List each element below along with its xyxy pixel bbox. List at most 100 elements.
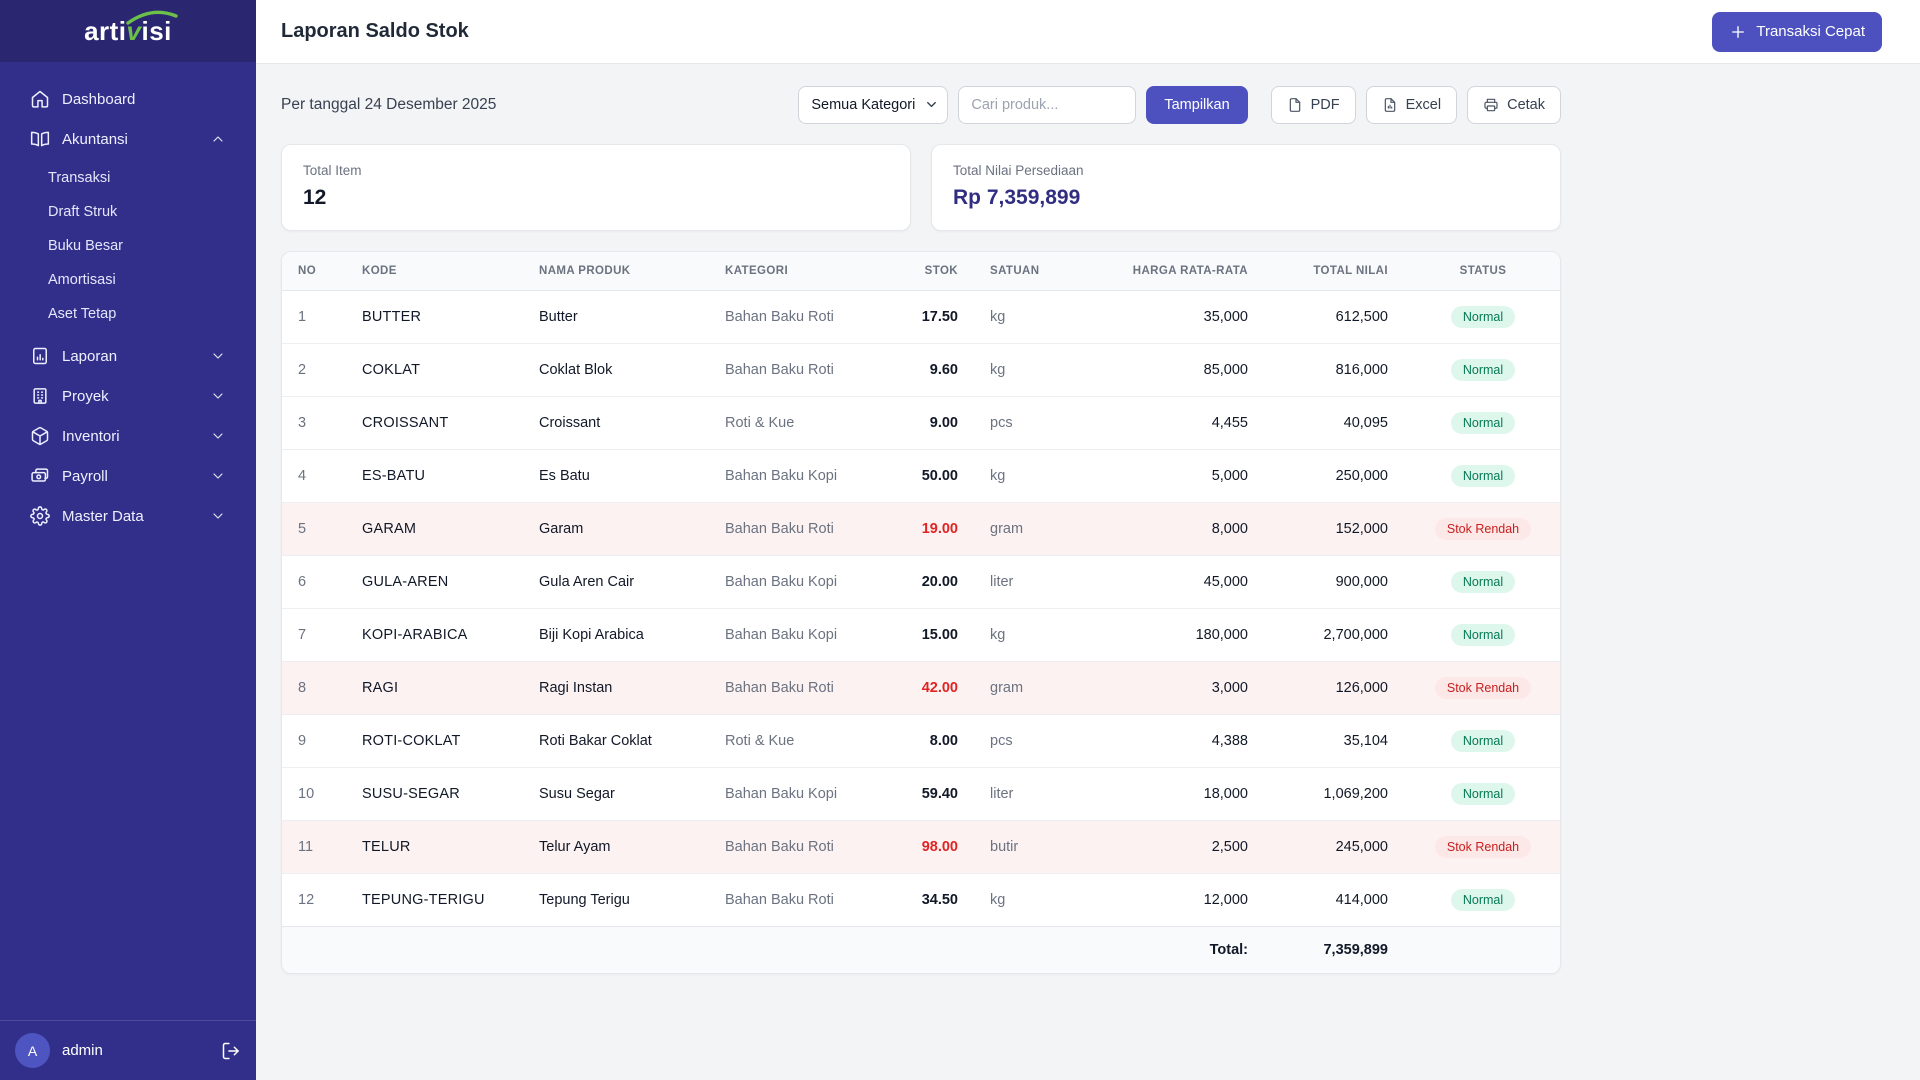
stock-table: No Kode Nama Produk Kategori Stok Satuan Harga… (282, 252, 1560, 973)
status-badge: Normal (1450, 359, 1516, 381)
total-item-label: Total Item (303, 163, 362, 178)
column-header-no: No (282, 252, 346, 291)
table-header-row: No Kode Nama Produk Kategori Stok Satuan Harga… (282, 252, 1560, 291)
sidebar-subitem-draft-struk[interactable]: Draft Struk (48, 195, 240, 229)
chevron-up-icon (213, 136, 223, 142)
sidebar-item-label: Dashboard (62, 90, 136, 108)
table-row-kopi-arabica: 7 KOPI-ARABICA Biji Kopi Arabica Bahan Baku… (282, 608, 1560, 662)
category-select-wrap: Semua Kategori (798, 86, 949, 124)
user-name: admin (62, 1042, 103, 1059)
sidebar-logo-area: artivisi (0, 0, 256, 62)
status-badge: Normal (1450, 624, 1516, 646)
table-row-telur: 11 TELUR Telur Ayam Bahan Baku Roti 98.00 but… (282, 820, 1560, 874)
sidebar-item-inventori[interactable]: Inventori (16, 417, 240, 455)
avatar: A (15, 1033, 50, 1068)
sidebar-item-label: Akuntansi (62, 130, 128, 148)
top-bar: Laporan Saldo Stok Transaksi Cepat (256, 0, 1920, 64)
sidebar-item-proyek[interactable]: Proyek (16, 377, 240, 415)
status-badge: Normal (1450, 465, 1516, 487)
export-excel-button[interactable]: Excel (1365, 86, 1458, 124)
print-button[interactable]: Cetak (1467, 86, 1561, 124)
sidebar-subitem-transaksi[interactable]: Transaksi (48, 161, 240, 195)
status-badge: Normal (1450, 730, 1516, 752)
table-row-susu-segar: 10 SUSU-SEGAR Susu Segar Bahan Baku Kopi 59.… (282, 767, 1560, 821)
table-row-butter: 1 BUTTER Butter Bahan Baku Roti 17.50 kg 35,00… (282, 291, 1560, 344)
chevron-down-icon (213, 473, 223, 479)
column-header-satuan: Satuan (974, 252, 1104, 291)
table-row-roti-coklat: 9 ROTI-COKLAT Roti Bakar Coklat Roti & Kue 8… (282, 714, 1560, 768)
report-date-label: Per tanggal 24 Desember 2025 (281, 96, 497, 113)
printer-icon (1484, 98, 1498, 112)
main-area: Laporan Saldo Stok Transaksi Cepat Per t… (256, 0, 1920, 1080)
sidebar: artivisi Dashboard Akuntansi Transaksi Draf… (0, 0, 256, 1080)
chevron-down-icon (213, 353, 223, 359)
content: Per tanggal 24 Desember 2025 Semua Kateg… (256, 64, 1920, 996)
table-row-gula-aren: 6 GULA-AREN Gula Aren Cair Bahan Baku Kopi 2… (282, 555, 1560, 609)
total-value-card: Total Nilai Persediaan Rp 7,359,899 (931, 144, 1561, 231)
total-item-value: 12 (303, 186, 327, 209)
sidebar-item-laporan[interactable]: Laporan (16, 337, 240, 375)
column-header-total-nilai: Total Nilai (1264, 252, 1404, 291)
sidebar-item-dashboard[interactable]: Dashboard (16, 80, 240, 118)
sidebar-subitem-amortisasi[interactable]: Amortisasi (48, 263, 240, 297)
sidebar-submenu-akuntansi: Transaksi Draft Struk Buku Besar Amortisasi… (16, 160, 240, 337)
table-row-garam: 5 GARAM Garam Bahan Baku Roti 19.00 gram 8,000… (282, 502, 1560, 556)
status-badge: Stok Rendah (1434, 518, 1532, 540)
summary-cards: Total Item 12 Total Nilai Persediaan Rp … (281, 144, 1561, 231)
status-badge: Normal (1450, 571, 1516, 593)
app-window: artivisi Dashboard Akuntansi Transaksi Draf… (0, 0, 1920, 1080)
show-button[interactable]: Tampilkan (1146, 86, 1248, 124)
sidebar-item-label: Payroll (62, 467, 108, 485)
sidebar-item-label: Inventori (62, 427, 120, 445)
column-header-kode: Kode (346, 252, 523, 291)
sidebar-item-label: Laporan (62, 347, 118, 365)
sidebar-subitem-buku-besar[interactable]: Buku Besar (48, 229, 240, 263)
column-header-stok: Stok (879, 252, 974, 291)
quick-transaction-button[interactable]: Transaksi Cepat (1712, 11, 1882, 52)
status-badge: Normal (1450, 889, 1516, 911)
total-value-amount: Rp 7,359,899 (953, 186, 1081, 209)
column-header-kategori: Kategori (709, 252, 879, 291)
status-badge: Stok Rendah (1434, 677, 1532, 699)
status-badge: Normal (1450, 783, 1516, 805)
category-select[interactable]: Semua Kategori (798, 86, 949, 124)
table-row-coklat: 2 COKLAT Coklat Blok Bahan Baku Roti 9.60 kg 8… (282, 343, 1560, 397)
status-badge: Normal (1450, 306, 1516, 328)
search-input[interactable] (958, 86, 1137, 124)
report-icon (33, 347, 47, 365)
app-logo: artivisi (84, 10, 178, 47)
chevron-down-icon (213, 513, 223, 519)
sidebar-item-akuntansi[interactable]: Akuntansi (16, 120, 240, 158)
column-header-harga-rata-rata: Harga Rata-Rata (1104, 252, 1264, 291)
sidebar-user-area: A admin (0, 1020, 256, 1080)
cash-icon (31, 468, 49, 482)
table-total-label: Total: (1104, 926, 1264, 973)
stock-table-card: No Kode Nama Produk Kategori Stok Satuan Harga… (281, 251, 1561, 974)
filter-bar: Per tanggal 24 Desember 2025 Semua Kateg… (281, 86, 1561, 124)
status-badge: Normal (1450, 412, 1516, 434)
chevron-down-icon (213, 393, 223, 399)
chevron-down-icon (213, 433, 223, 439)
page-title: Laporan Saldo Stok (281, 20, 469, 42)
plus-icon (1732, 25, 1745, 38)
file-chart-icon (1384, 98, 1395, 112)
logout-icon[interactable] (221, 1041, 241, 1061)
sidebar-item-payroll[interactable]: Payroll (16, 457, 240, 495)
export-pdf-button[interactable]: PDF (1270, 86, 1356, 124)
column-header-status: Status (1404, 252, 1560, 291)
quick-transaction-label: Transaksi Cepat (1756, 23, 1865, 40)
table-total-value: 7,359,899 (1264, 926, 1404, 973)
file-icon (1289, 98, 1300, 112)
sidebar-item-label: Master Data (62, 507, 144, 525)
gear-icon (30, 506, 50, 526)
sidebar-item-label: Proyek (62, 387, 109, 405)
sidebar-item-master-data[interactable]: Master Data (16, 497, 240, 535)
sidebar-subitem-aset-tetap[interactable]: Aset Tetap (48, 297, 240, 331)
table-row-es-batu: 4 ES-BATU Es Batu Bahan Baku Kopi 50.00 kg 5,0… (282, 449, 1560, 503)
logo-swoosh-icon (126, 10, 178, 25)
total-item-card: Total Item 12 (281, 144, 911, 231)
table-row-tepung-terigu: 12 TEPUNG-TERIGU Tepung Terigu Bahan Baku R… (282, 873, 1560, 927)
home-icon (31, 90, 49, 108)
total-value-label: Total Nilai Persediaan (953, 163, 1084, 178)
building-icon (33, 388, 47, 404)
